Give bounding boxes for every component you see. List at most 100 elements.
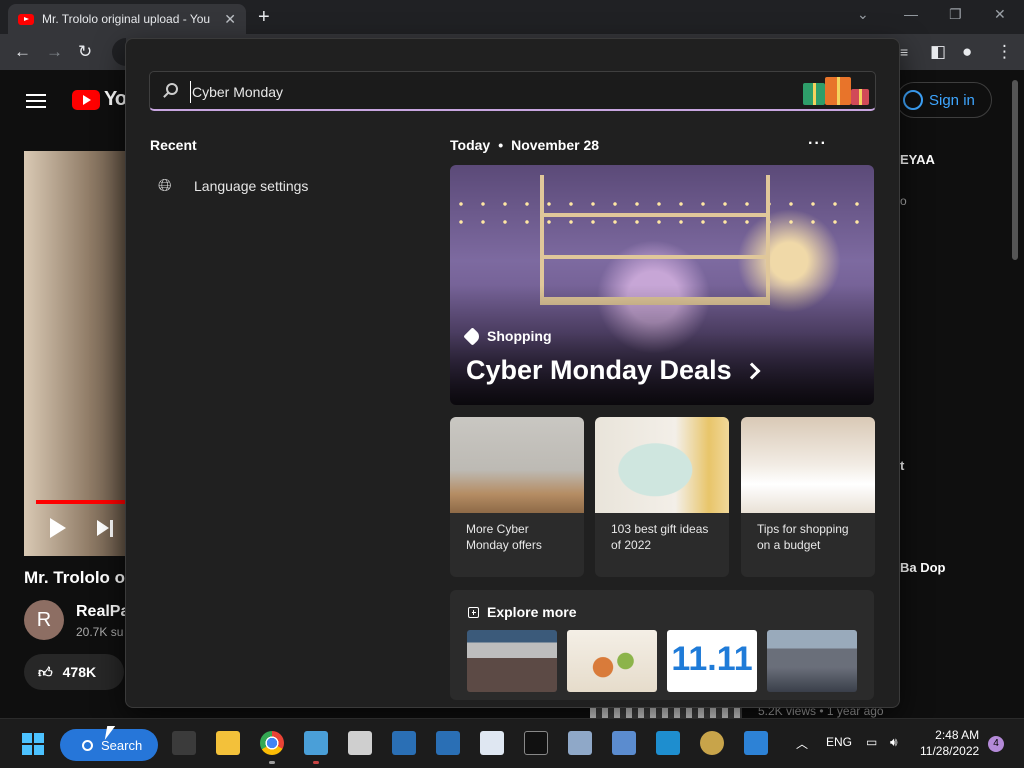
back-icon[interactable]: ← xyxy=(14,42,31,62)
recent-heading: Recent xyxy=(150,137,197,153)
next-icon[interactable] xyxy=(97,520,115,537)
search-panel: Recent 🌐︎ Language settings Today • Nove… xyxy=(125,38,900,708)
like-count: 478K xyxy=(62,664,97,680)
browser-menu-icon[interactable]: ⋮ xyxy=(996,42,1013,62)
app-icon[interactable] xyxy=(612,731,636,755)
news-card[interactable]: 103 best gift ideas of 2022 xyxy=(595,417,729,577)
minimize-button[interactable]: — xyxy=(904,6,918,22)
address-bar[interactable] xyxy=(112,38,126,66)
explore-thumbnail[interactable] xyxy=(567,630,657,692)
video-player[interactable] xyxy=(24,151,134,556)
powershell-icon[interactable] xyxy=(436,731,460,755)
forward-icon[interactable]: → xyxy=(46,42,63,62)
media-icon[interactable]: ≡ xyxy=(900,42,908,62)
card-label: More Cyber Monday offers xyxy=(466,522,542,552)
language-settings-icon: 🌐︎ xyxy=(158,176,172,195)
today-date: November 28 xyxy=(511,137,600,153)
hero-title: Cyber Monday Deals xyxy=(466,355,761,386)
new-tab-button[interactable]: + xyxy=(258,6,270,28)
today-header: Today • November 28 xyxy=(450,137,599,153)
related-item-meta: o xyxy=(900,194,907,208)
remote-desktop-icon[interactable] xyxy=(304,731,328,755)
tab-search-icon[interactable]: ⌄ xyxy=(857,6,869,23)
terminal-icon[interactable] xyxy=(524,731,548,755)
explore-thumbnail[interactable] xyxy=(467,630,557,692)
powershell-ise-icon[interactable] xyxy=(656,731,680,755)
hero-category-label: Shopping xyxy=(487,328,552,344)
explore-more-label: Explore more xyxy=(487,604,577,620)
network-icon[interactable]: ▭ xyxy=(866,735,877,749)
youtube-play-icon xyxy=(72,89,100,110)
today-label: Today xyxy=(450,137,491,153)
explore-thumbnail[interactable]: 11.11 xyxy=(667,630,757,692)
explore-thumbnail[interactable] xyxy=(767,630,857,692)
tag-icon xyxy=(463,326,482,346)
card-label: Tips for shopping on a budget xyxy=(757,522,849,552)
like-button[interactable]: 👍︎ 478K xyxy=(24,654,124,690)
sign-in-button[interactable]: Sign in xyxy=(896,82,992,118)
browser-tabstrip: Mr. Trololo original upload - You ✕ + ⌄ … xyxy=(0,0,1024,34)
chevron-up-icon[interactable]: ︿ xyxy=(796,735,808,752)
account-icon xyxy=(903,90,923,110)
card-image xyxy=(741,417,875,513)
search-input[interactable] xyxy=(190,81,750,103)
search-box[interactable] xyxy=(149,71,876,111)
related-item-title[interactable]: Ba Dop xyxy=(900,560,946,575)
tab-title: Mr. Trololo original upload - You xyxy=(42,12,211,26)
hero-title-text: Cyber Monday Deals xyxy=(466,355,732,385)
tab-close-icon[interactable]: ✕ xyxy=(224,11,236,28)
app-icon[interactable] xyxy=(348,731,372,755)
powershell-icon[interactable] xyxy=(392,731,416,755)
app-icon[interactable] xyxy=(568,731,592,755)
notepad-icon[interactable] xyxy=(480,731,504,755)
explore-more-section: Explore more 11.11 xyxy=(450,590,874,700)
card-label: 103 best gift ideas of 2022 xyxy=(611,522,709,552)
youtube-favicon-icon xyxy=(18,13,34,25)
hero-category: Shopping xyxy=(463,326,552,346)
recent-item-language-settings[interactable]: 🌐︎ Language settings xyxy=(158,175,308,197)
sign-in-label: Sign in xyxy=(929,91,975,109)
recent-item-label: Language settings xyxy=(194,178,309,194)
channel-name[interactable]: RealPa xyxy=(76,603,129,621)
restore-button[interactable]: ❐ xyxy=(949,6,962,23)
more-options-icon[interactable]: ··· xyxy=(808,135,827,153)
news-card[interactable]: Tips for shopping on a budget xyxy=(741,417,875,577)
app-icon[interactable] xyxy=(700,731,724,755)
menu-icon[interactable] xyxy=(26,90,46,112)
reload-icon[interactable]: ↻ xyxy=(78,42,92,62)
chrome-icon[interactable] xyxy=(260,731,284,755)
start-icon[interactable] xyxy=(22,733,44,755)
card-image xyxy=(595,417,729,513)
news-card[interactable]: More Cyber Monday offers xyxy=(450,417,584,577)
channel-avatar[interactable]: R xyxy=(24,600,64,640)
gifts-icon xyxy=(801,75,873,107)
separator-dot: • xyxy=(498,137,504,153)
video-progress-bar[interactable] xyxy=(36,500,126,504)
search-icon xyxy=(166,83,178,95)
input-language[interactable]: ENG xyxy=(826,735,852,749)
related-item-title[interactable]: EYAA xyxy=(900,152,935,167)
task-view-icon[interactable] xyxy=(172,731,196,755)
side-panel-icon[interactable]: ◧ xyxy=(930,42,946,62)
browser-tab[interactable]: Mr. Trololo original upload - You ✕ xyxy=(8,4,246,34)
volume-icon[interactable]: 🔊︎ xyxy=(890,735,898,750)
video-title: Mr. Trololo o xyxy=(24,568,126,587)
profile-icon[interactable]: ● xyxy=(962,42,972,62)
notification-badge[interactable]: 4 xyxy=(988,736,1004,752)
file-explorer-icon[interactable] xyxy=(216,731,240,755)
chevron-right-icon xyxy=(743,362,761,379)
search-icon xyxy=(82,739,93,751)
screen: Mr. Trololo original upload - You ✕ + ⌄ … xyxy=(0,0,1024,768)
scrollbar[interactable] xyxy=(1012,80,1018,260)
play-icon[interactable] xyxy=(50,518,66,538)
clock-date: 11/28/2022 xyxy=(920,744,980,758)
plus-icon xyxy=(468,606,479,618)
thumbs-up-icon: 👍︎ xyxy=(38,663,53,680)
clock[interactable]: 2:48 AM 11/28/2022 xyxy=(920,727,979,759)
close-window-button[interactable]: ✕ xyxy=(994,6,1006,23)
hero-card[interactable]: Shopping Cyber Monday Deals xyxy=(450,165,874,405)
related-item-title[interactable]: t xyxy=(900,458,904,473)
remote-connection-icon[interactable] xyxy=(744,731,768,755)
card-image xyxy=(450,417,584,513)
taskbar: Search ︿ ENG ▭ 🔊︎ 2:48 AM 11/28/2022 4 xyxy=(0,718,1024,768)
